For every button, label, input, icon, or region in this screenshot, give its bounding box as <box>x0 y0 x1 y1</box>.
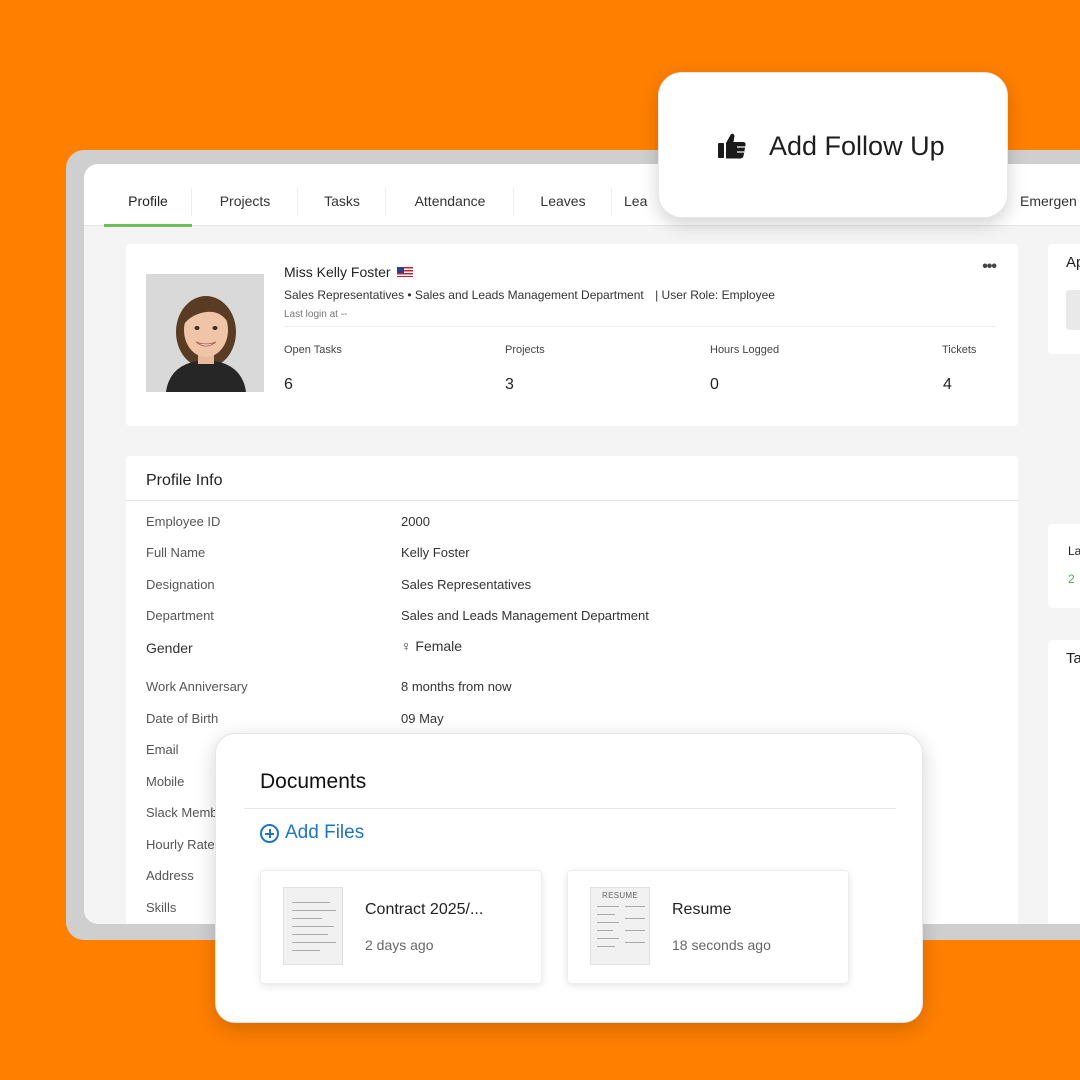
profile-card: Miss Kelly Foster Sales Representatives … <box>126 244 1018 426</box>
document-name: Contract 2025/... <box>365 901 484 918</box>
documents-title: Documents <box>260 770 367 793</box>
more-options-icon[interactable]: ••• <box>982 258 997 276</box>
document-time: 2 days ago <box>365 937 434 953</box>
info-label: Work Anniversary <box>146 679 248 694</box>
employee-name-row: Miss Kelly Foster <box>284 264 413 280</box>
info-label: Date of Birth <box>146 711 219 726</box>
side-panel-title: La <box>1068 544 1080 558</box>
gender-value-row: ♀ Female <box>401 638 462 654</box>
plus-circle-icon <box>260 823 279 843</box>
tab-leaves[interactable]: Leaves <box>514 164 612 226</box>
info-label: Mobile <box>146 774 185 789</box>
info-value: Kelly Foster <box>401 545 470 560</box>
info-label: Full Name <box>146 545 206 560</box>
info-label: Designation <box>146 577 215 592</box>
document-time: 18 seconds ago <box>672 937 771 953</box>
employee-name: Miss Kelly Foster <box>284 264 391 280</box>
info-label: Email <box>146 742 179 757</box>
document-card-resume[interactable]: RESUME Resume 18 seconds ago <box>567 870 849 984</box>
designation-line: Sales Representatives • Sales and Leads … <box>284 288 644 302</box>
document-thumbnail-icon <box>283 887 343 965</box>
side-panel-appreciation: Ap <box>1048 244 1080 354</box>
info-value: 2000 <box>401 514 430 529</box>
avatar-portrait <box>146 274 264 392</box>
tab-tasks[interactable]: Tasks <box>298 164 386 226</box>
divider <box>284 326 996 327</box>
info-label: Gender <box>146 640 193 656</box>
divider <box>244 808 896 809</box>
stat-hours-value[interactable]: 0 <box>710 376 719 394</box>
stat-tickets-label: Tickets <box>942 344 977 356</box>
info-label: Department <box>146 608 214 623</box>
stat-open-tasks-label: Open Tasks <box>284 344 342 356</box>
stat-projects-label: Projects <box>505 344 545 356</box>
tab-attendance[interactable]: Attendance <box>386 164 514 226</box>
tab-profile[interactable]: Profile <box>104 164 192 227</box>
female-icon: ♀ <box>401 638 412 654</box>
add-follow-up-button[interactable]: Add Follow Up <box>658 72 1008 218</box>
employee-subline: Sales Representatives • Sales and Leads … <box>284 288 775 302</box>
divider <box>126 500 1018 501</box>
info-label: Skills <box>146 900 177 915</box>
stat-tickets-value[interactable]: 4 <box>943 376 952 394</box>
stat-hours-label: Hours Logged <box>710 344 780 356</box>
add-files-button[interactable]: Add Files <box>260 822 364 844</box>
document-card-contract[interactable]: Contract 2025/... 2 days ago <box>260 870 542 984</box>
side-panel-title: Ap <box>1066 254 1080 271</box>
side-panel-value: 2 <box>1068 572 1075 586</box>
tab-projects[interactable]: Projects <box>192 164 298 226</box>
document-name: Resume <box>672 901 732 918</box>
info-value: 8 months from now <box>401 679 512 694</box>
add-files-label: Add Files <box>285 822 365 843</box>
info-label: Slack Memb <box>146 805 218 820</box>
user-role: | User Role: Employee <box>655 288 775 302</box>
side-panel-tasks: Ta <box>1048 640 1080 924</box>
side-panel-title: Ta <box>1066 650 1080 667</box>
documents-panel: Documents Add Files Contract 2025/... 2 … <box>215 733 923 1023</box>
document-thumbnail-icon: RESUME <box>590 887 650 965</box>
side-panel-leaves: La 2 <box>1048 524 1080 608</box>
info-value: 09 May <box>401 711 444 726</box>
info-value: Sales and Leads Management Department <box>401 608 649 623</box>
info-label: Address <box>146 868 194 883</box>
us-flag-icon <box>396 267 413 277</box>
resume-thumb-text: RESUME <box>602 891 639 900</box>
avatar <box>146 274 264 392</box>
info-label: Hourly Rate <box>146 837 215 852</box>
info-value: Sales Representatives <box>401 577 532 592</box>
side-panel-thumbnail <box>1066 290 1080 330</box>
profile-info-title: Profile Info <box>146 472 223 489</box>
info-label: Employee ID <box>146 514 221 529</box>
thumbs-up-icon <box>718 133 746 159</box>
add-follow-up-label: Add Follow Up <box>769 131 945 161</box>
stat-open-tasks-value[interactable]: 6 <box>284 376 293 394</box>
stat-projects-value[interactable]: 3 <box>505 376 514 394</box>
last-login: Last login at -- <box>284 309 348 320</box>
tab-emergency[interactable]: Emergen <box>1020 164 1080 226</box>
info-value: Female <box>415 638 463 654</box>
